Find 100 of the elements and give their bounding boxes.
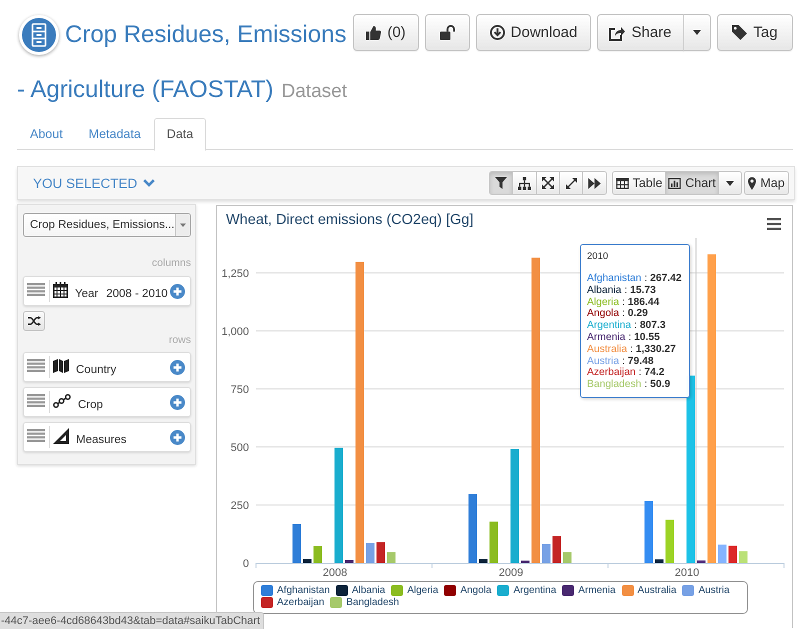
tag-button[interactable]: Tag — [717, 14, 793, 51]
cube-select[interactable]: Crop Residues, Emissions... — [23, 213, 191, 237]
bar-chart-icon — [668, 178, 682, 188]
table-view-tab[interactable]: Table — [612, 171, 666, 195]
share-button[interactable]: Share — [597, 14, 684, 51]
dimension-card[interactable]: Measures — [23, 422, 191, 452]
axis-label: 2010 — [674, 567, 700, 579]
dataset-title: - Agriculture (FAOSTAT) — [17, 76, 274, 104]
resize-button[interactable] — [559, 171, 583, 195]
chart-bar — [718, 544, 726, 563]
dimension-card[interactable]: Year 2008 - 2010 — [23, 276, 191, 306]
tooltip-row-text: Albania : 15.73 — [587, 284, 657, 297]
drag-handle-icon[interactable] — [27, 282, 45, 296]
dimension-card[interactable]: Crop — [23, 387, 191, 417]
status-url: -44c7-aee6-4cd68643bd43&tab=data#saikuTabChart — [0, 612, 264, 629]
tooltip-row-text: Angola : 0.29 — [587, 308, 649, 320]
hierarchy-icon — [518, 176, 531, 190]
chart-bar — [542, 544, 550, 563]
chevron-down-icon — [143, 179, 156, 187]
dataset-title: Crop Residues, Emissions — [65, 20, 346, 48]
dimension-label: Measures — [76, 434, 126, 446]
dimension-filter: 2008 - 2010 — [106, 288, 168, 300]
axis-label: 750 — [230, 384, 249, 396]
lock-button[interactable] — [425, 14, 470, 51]
plus-circle-icon[interactable] — [170, 360, 185, 374]
plus-circle-icon[interactable] — [170, 394, 185, 410]
chart-bar — [314, 546, 322, 563]
tooltip-row-text: Algeria : 186.44 — [587, 296, 660, 308]
chart-bar — [387, 552, 396, 563]
plus-circle-icon[interactable] — [170, 430, 185, 444]
legend-item[interactable]: Angola — [444, 585, 492, 597]
drag-handle-icon[interactable] — [27, 358, 45, 372]
legend-item[interactable]: Azerbaijan — [261, 596, 324, 609]
chart-bar — [563, 552, 572, 563]
chart-title: Wheat, Direct emissions (CO2eq) [Gg] — [226, 212, 474, 229]
filter-button[interactable] — [489, 171, 513, 195]
chart-bar — [345, 560, 354, 563]
menu-icon[interactable] — [767, 218, 781, 230]
plus-circle-icon[interactable] — [170, 284, 185, 298]
chart-bar — [697, 560, 706, 563]
chart-bar — [666, 520, 674, 563]
axis-label: 2008 — [322, 567, 348, 579]
chart-bar — [479, 559, 488, 563]
chart-bar — [303, 559, 312, 563]
chart-bar — [552, 536, 561, 563]
dimension-label: Crop — [78, 399, 103, 411]
axis-label: 1,000 — [221, 326, 249, 338]
legend-item[interactable]: Austria — [682, 585, 730, 597]
tab[interactable]: Data — [154, 118, 206, 151]
tooltip-row-text: Australia : 1,330.27 — [587, 344, 677, 356]
shuffle-icon — [28, 316, 40, 326]
tab[interactable]: Metadata — [76, 118, 154, 151]
chart-bar — [468, 494, 477, 563]
map-pin-icon — [748, 176, 756, 190]
dataset-type-label: Dataset — [282, 81, 347, 103]
map-view-button[interactable]: Map — [744, 171, 789, 195]
chart-bar — [490, 522, 498, 563]
axis-label: 2009 — [498, 567, 524, 579]
section-label: columns — [150, 257, 191, 269]
caret-icon — [693, 30, 701, 35]
drag-handle-icon[interactable] — [27, 428, 45, 442]
chart-bar — [739, 551, 748, 563]
section-label: rows — [168, 334, 191, 346]
fast-forward-icon — [588, 178, 601, 188]
unlocked-padlock-icon — [440, 25, 455, 40]
dropdown-button[interactable] — [718, 171, 742, 195]
tooltip-row-text: Austria : 79.48 — [587, 356, 655, 368]
tab[interactable]: About — [17, 118, 76, 151]
download-button[interactable]: Download — [476, 14, 591, 51]
legend-item[interactable]: Albania — [336, 585, 386, 597]
legend-item[interactable]: Bangladesh — [330, 596, 400, 609]
legend-item[interactable]: Algeria — [391, 585, 438, 597]
dimension-card[interactable]: Country — [23, 352, 191, 382]
calendar-icon — [53, 282, 68, 298]
chart-bar — [644, 501, 653, 563]
chart-bar — [655, 559, 664, 563]
table-icon — [616, 178, 629, 188]
thumbs-up-icon — [366, 25, 382, 40]
like-button[interactable]: (0) — [353, 14, 419, 51]
chart-bar — [728, 546, 737, 563]
swap-axes-button[interactable] — [23, 311, 45, 331]
expand-button[interactable] — [536, 171, 560, 195]
share-icon — [609, 24, 626, 40]
chart-bar — [521, 560, 530, 563]
diagonal-arrows-icon — [566, 178, 576, 188]
tooltip-title: 2010 — [587, 251, 610, 263]
legend-item[interactable]: Argentina — [497, 585, 556, 597]
tooltip-row-text: Bangladesh : 50.9 — [587, 379, 672, 391]
chart-view-tab[interactable]: Chart — [665, 171, 719, 195]
legend-item[interactable]: Afghanistan — [261, 585, 330, 597]
legend-item[interactable]: Australia — [622, 585, 676, 597]
chart-bar — [366, 543, 374, 563]
forward-button[interactable] — [582, 171, 607, 195]
hierarchy-button[interactable] — [512, 171, 537, 195]
connected-nodes-icon — [53, 394, 71, 408]
drag-handle-icon[interactable] — [27, 394, 45, 406]
axis-label: 500 — [230, 442, 249, 454]
tooltip-row-text: Armenia : 10.55 — [587, 332, 661, 344]
tag-icon — [732, 25, 748, 40]
legend-item[interactable]: Armenia — [562, 585, 616, 597]
